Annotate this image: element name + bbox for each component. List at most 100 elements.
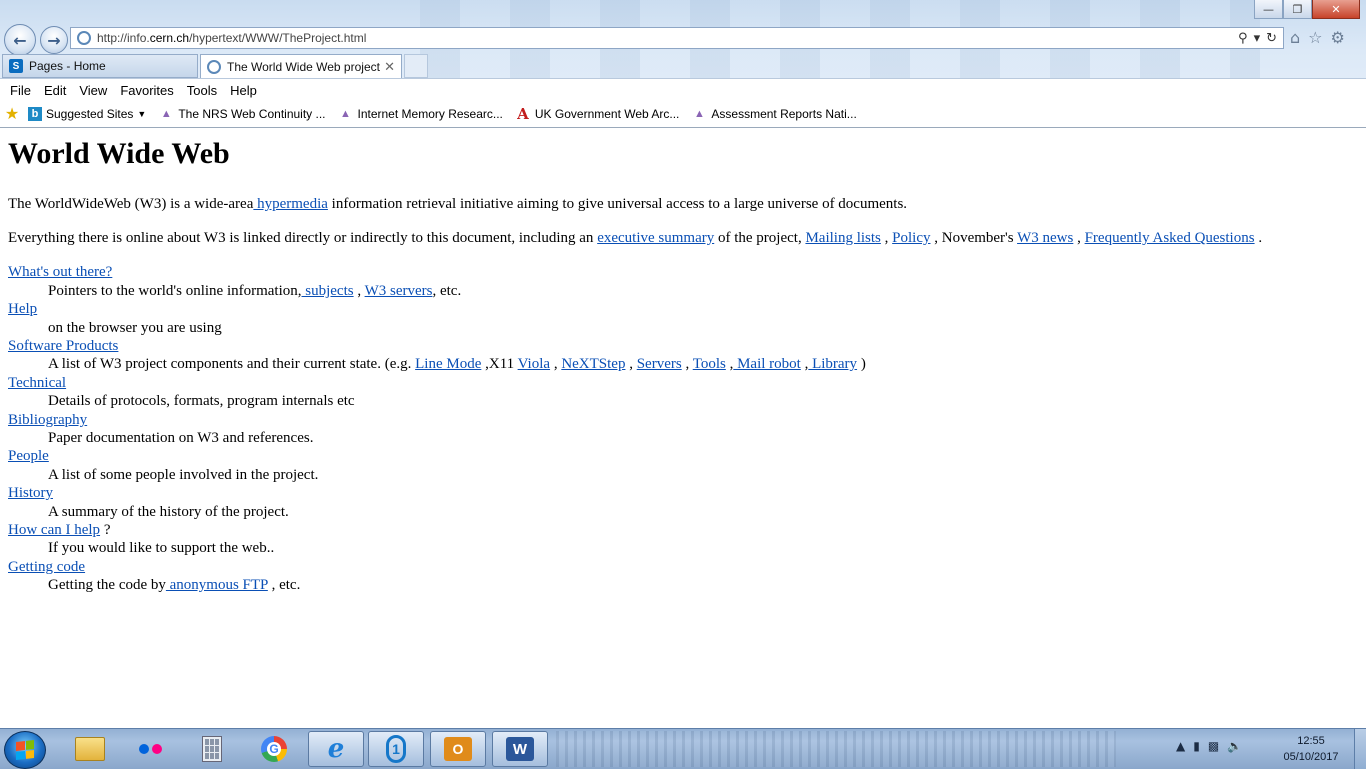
how-can-i-help-desc: If you would like to support the web..: [48, 540, 275, 556]
help-desc: on the browser you are using: [48, 320, 222, 336]
address-url[interactable]: http://info.cern.ch/hypertext/WWW/ThePro…: [97, 31, 366, 45]
taskbar-google-chrome[interactable]: G: [246, 731, 302, 767]
link-subjects[interactable]: subjects: [302, 283, 353, 299]
word-icon: W: [506, 737, 534, 761]
menu-view[interactable]: View: [79, 83, 107, 98]
favorite-uk-gov-web-archive[interactable]: A UK Government Web Arc...: [515, 105, 680, 123]
refresh-icon[interactable]: ↻: [1266, 31, 1277, 46]
minimize-button[interactable]: —: [1254, 0, 1283, 19]
back-arrow-icon: ←: [13, 30, 27, 50]
link-software-products[interactable]: Software Products: [8, 338, 118, 355]
desc-text: Pointers to the world's online informati…: [48, 283, 302, 299]
favorite-nrs-web-continuity[interactable]: ▲ The NRS Web Continuity ...: [158, 107, 326, 121]
new-tab-button[interactable]: [404, 54, 428, 78]
home-icon[interactable]: ⌂: [1290, 28, 1300, 47]
uk-government-icon: A: [517, 105, 529, 123]
show-hidden-icons-icon[interactable]: ▲: [1176, 739, 1185, 753]
menu-help[interactable]: Help: [230, 83, 257, 98]
taskbar-file-explorer[interactable]: [62, 731, 118, 767]
link-people[interactable]: People: [8, 448, 49, 465]
forward-arrow-icon: →: [47, 30, 61, 50]
close-window-button[interactable]: ✕: [1312, 0, 1360, 19]
add-favorite-button[interactable]: ★: [4, 106, 24, 123]
link-w3-news[interactable]: W3 news: [1017, 230, 1073, 246]
menu-tools[interactable]: Tools: [187, 83, 217, 98]
system-clock[interactable]: 12:55 05/10/2017: [1278, 733, 1344, 765]
show-desktop-button[interactable]: [1354, 729, 1366, 769]
archive-icon: ▲: [160, 108, 172, 120]
link-faq[interactable]: Frequently Asked Questions: [1085, 230, 1255, 246]
taskbar-outlook[interactable]: O: [430, 731, 486, 767]
link-viola[interactable]: Viola: [518, 356, 550, 372]
desc-text: ,: [625, 356, 637, 372]
clock-time: 12:55: [1297, 735, 1325, 747]
favorite-assessment-reports[interactable]: ▲ Assessment Reports Nati...: [691, 107, 857, 121]
network-icon[interactable]: ▩: [1208, 739, 1219, 753]
back-button[interactable]: ←: [4, 24, 36, 56]
page-title: World Wide Web: [8, 137, 230, 170]
favorite-label: The NRS Web Continuity ...: [178, 107, 326, 121]
search-icon[interactable]: ⚲: [1238, 31, 1248, 46]
link-hypermedia[interactable]: hypermedia: [253, 196, 328, 212]
favorite-label: UK Government Web Arc...: [534, 107, 680, 121]
dropdown-arrow-icon[interactable]: ▾: [1254, 31, 1261, 46]
onedrive-icon: 1: [386, 735, 406, 763]
desc-text: ): [857, 356, 866, 372]
favorites-star-icon[interactable]: ☆: [1308, 28, 1322, 47]
link-line-mode[interactable]: Line Mode: [415, 356, 481, 372]
power-icon[interactable]: ▮: [1193, 739, 1200, 753]
whats-out-there-desc: Pointers to the world's online informati…: [48, 283, 461, 300]
link-tools[interactable]: Tools: [693, 356, 726, 372]
link-policy[interactable]: Policy: [892, 230, 930, 246]
bibliography-desc: Paper documentation on W3 and references…: [48, 430, 314, 446]
overview-text: ,: [880, 230, 893, 246]
internet-explorer-icon: e: [327, 734, 345, 764]
link-w3-servers[interactable]: W3 servers: [365, 283, 433, 299]
windows-logo-icon: [16, 740, 34, 760]
maximize-button[interactable]: ❐: [1283, 0, 1312, 19]
link-help[interactable]: Help: [8, 301, 37, 318]
favorite-suggested-sites[interactable]: b Suggested Sites ▼: [28, 107, 146, 121]
link-bibliography[interactable]: Bibliography: [8, 412, 87, 429]
taskbar-onedrive[interactable]: 1: [368, 731, 424, 767]
intro-text: The WorldWideWeb (W3) is a wide-area: [8, 196, 254, 212]
start-button[interactable]: [4, 731, 46, 769]
taskbar-internet-explorer[interactable]: e: [308, 731, 364, 767]
overview-text: , November's: [930, 230, 1018, 246]
favorite-internet-memory[interactable]: ▲ Internet Memory Researc...: [338, 107, 503, 121]
favorites-bar: ★ b Suggested Sites ▼ ▲ The NRS Web Cont…: [0, 101, 1366, 128]
link-whats-out-there[interactable]: What's out there?: [8, 264, 112, 281]
calculator-icon: [202, 736, 222, 762]
how-can-i-help-term: How can I help ?: [8, 522, 110, 539]
link-anonymous-ftp[interactable]: anonymous FTP: [166, 577, 268, 593]
link-mailing-lists[interactable]: Mailing lists: [805, 230, 880, 246]
link-history[interactable]: History: [8, 485, 53, 502]
taskbar-word[interactable]: W: [492, 731, 548, 767]
link-servers[interactable]: Servers: [637, 356, 682, 372]
tab-pages-home[interactable]: S Pages - Home: [2, 54, 198, 78]
menu-file[interactable]: File: [10, 83, 31, 98]
menu-edit[interactable]: Edit: [44, 83, 66, 98]
taskbar-flickr[interactable]: [122, 731, 178, 767]
link-technical[interactable]: Technical: [8, 375, 66, 392]
close-tab-icon[interactable]: ✕: [384, 59, 395, 75]
link-nextstep[interactable]: NeXTStep: [561, 356, 625, 372]
system-tray: ▲ ▮ ▩ 🔈: [1176, 739, 1242, 753]
tab-world-wide-web-project[interactable]: The World Wide Web project ✕: [200, 54, 402, 78]
archive-icon: ▲: [693, 108, 705, 120]
folder-icon: [75, 737, 105, 761]
link-library[interactable]: Library: [808, 356, 857, 372]
link-executive-summary[interactable]: executive summary: [597, 230, 714, 246]
gear-icon[interactable]: ⚙: [1331, 28, 1345, 47]
menu-favorites[interactable]: Favorites: [120, 83, 173, 98]
overview-text: Everything there is online about W3 is l…: [8, 230, 598, 246]
link-getting-code[interactable]: Getting code: [8, 559, 85, 576]
address-bar[interactable]: http://info.cern.ch/hypertext/WWW/ThePro…: [70, 27, 1284, 49]
taskbar-calculator[interactable]: [184, 731, 240, 767]
desc-text: ,X11: [481, 356, 518, 372]
link-how-can-i-help[interactable]: How can I help: [8, 522, 100, 538]
volume-icon[interactable]: 🔈: [1227, 739, 1242, 753]
link-mail-robot[interactable]: Mail robot: [733, 356, 801, 372]
forward-button[interactable]: →: [40, 26, 68, 54]
flickr-icon: [138, 744, 162, 754]
